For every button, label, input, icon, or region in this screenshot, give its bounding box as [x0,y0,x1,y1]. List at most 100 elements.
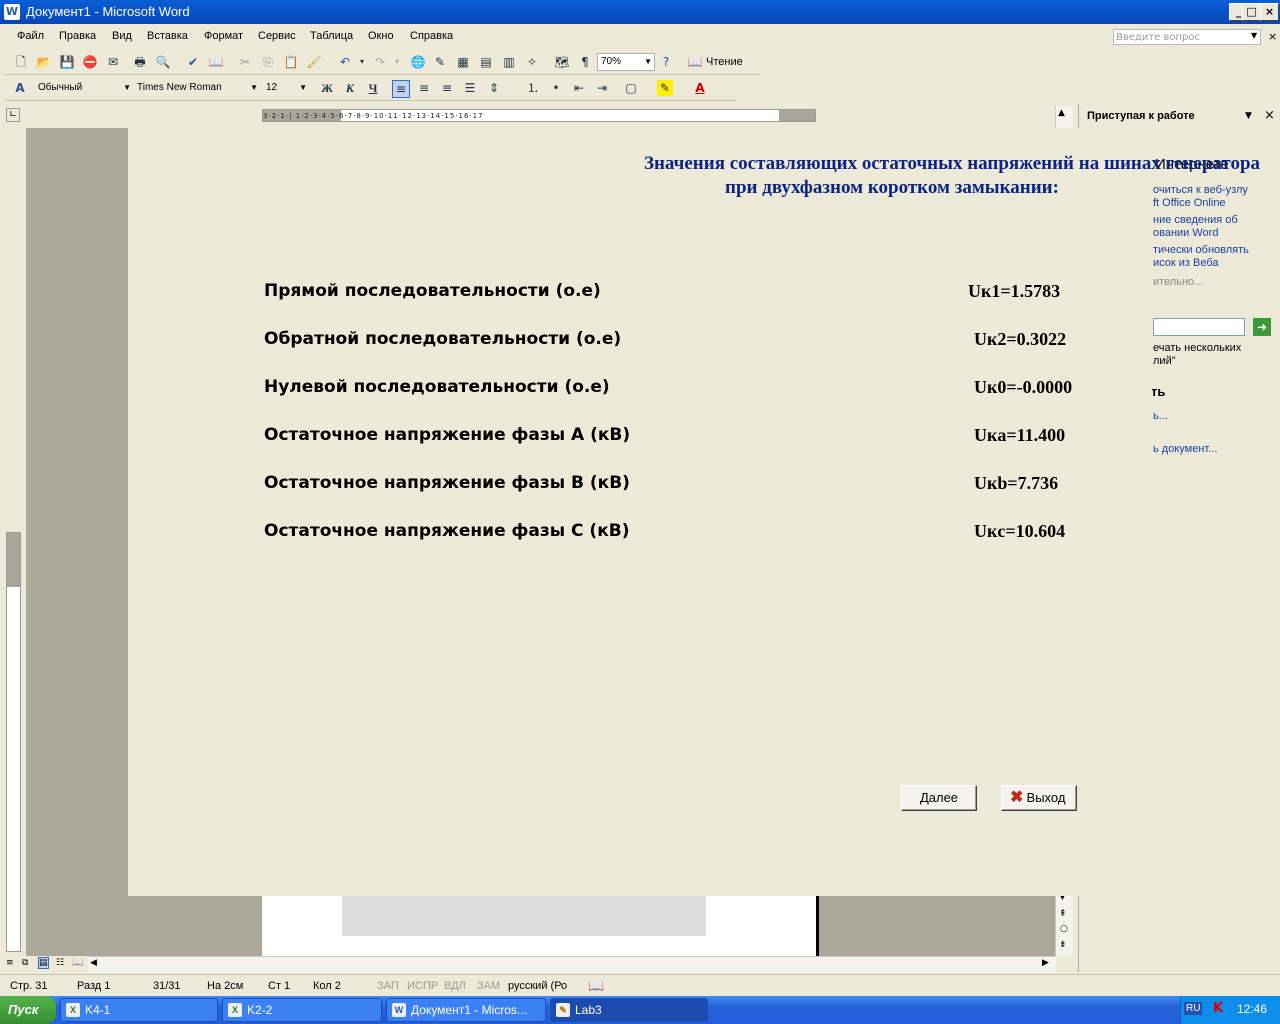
show-formatting-icon[interactable]: ¶ [577,54,593,70]
status-language[interactable]: русский (Ро [508,980,567,992]
format-painter-icon[interactable]: 🖌 [306,54,322,70]
task-pane-link[interactable]: тически обновлять [1153,244,1249,257]
tables-borders-icon[interactable]: ✎ [432,54,448,70]
task-pane-link[interactable]: ительно... [1153,276,1203,289]
task-pane-search-input[interactable] [1153,318,1245,336]
horizontal-scrollbar[interactable]: ◀ ▶ [88,956,1056,973]
permission-icon[interactable]: ⛔ [82,54,98,70]
redo-dropdown-icon[interactable]: ▾ [389,54,405,70]
spelling-status-icon[interactable]: 📖 [588,978,604,994]
hyperlink-icon[interactable]: 🌐 [410,54,426,70]
task-pane-link[interactable]: овании Word [1153,227,1218,240]
line-spacing-icon[interactable]: ⇕ [486,80,502,96]
task-pane-dropdown-icon[interactable]: ▼ [1245,111,1252,121]
close-button[interactable]: × [1260,3,1279,21]
insert-table-icon[interactable]: ▦ [455,54,471,70]
horizontal-ruler[interactable]: 3·2·1·|·1·2·3·4·5·6·7·8·9·10·11·12·13·14… [262,109,816,122]
save-icon[interactable]: 💾 [59,54,75,70]
copy-icon[interactable]: ⎘ [260,54,276,70]
redo-icon[interactable]: ↷ [372,54,388,70]
status-trk[interactable]: ИСПР [407,980,438,992]
web-view-icon[interactable]: ⧉ [22,958,28,968]
undo-dropdown-icon[interactable]: ▾ [354,54,370,70]
align-center-icon[interactable]: ≡ [416,80,432,96]
outline-view-icon[interactable]: ☷ [56,958,64,968]
columns-icon[interactable]: ▥ [501,54,517,70]
document-map-icon[interactable]: 🗺 [554,54,570,70]
style-combo[interactable]: Обычный ▼ [34,79,134,97]
menu-edit[interactable]: Правка [59,30,96,42]
print-preview-icon[interactable]: 🔍 [155,54,171,70]
bullets-icon[interactable]: • [548,80,564,96]
italic-button[interactable]: К [342,80,358,96]
select-browse-object-icon[interactable]: ○ [1060,924,1068,934]
vertical-ruler[interactable] [6,532,21,952]
font-size-combo[interactable]: 12 ▼ [262,79,310,97]
task-pane-link[interactable]: ь... [1153,410,1168,423]
word-app-icon[interactable]: W [4,4,20,20]
font-color-icon[interactable]: A [692,80,708,96]
next-page-icon[interactable]: ⇟ [1059,940,1067,950]
open-folder-icon[interactable]: 📂 [36,54,52,70]
task-pane-link[interactable]: ь документ... [1153,443,1217,456]
spelling-icon[interactable]: ✔ [185,54,201,70]
justify-icon[interactable]: ☰ [462,80,478,96]
taskbar-button[interactable]: X K4-1 [60,998,218,1022]
menu-view[interactable]: Вид [112,30,132,42]
menu-help[interactable]: Справка [410,30,453,42]
undo-icon[interactable]: ↶ [337,54,353,70]
menu-format[interactable]: Формат [204,30,243,42]
start-button[interactable]: Пуск [0,996,56,1024]
search-go-icon[interactable]: ➜ [1253,318,1271,336]
numbering-icon[interactable]: ⒈ [525,80,541,96]
scroll-right-icon[interactable]: ▶ [1042,958,1049,968]
research-icon[interactable]: 📖 [208,54,224,70]
task-pane-link[interactable]: исок из Веба [1153,257,1219,270]
increase-indent-icon[interactable]: ⇥ [594,80,610,96]
menu-file[interactable]: Файл [17,30,44,42]
ask-question-box[interactable]: Введите вопрос [1113,29,1261,45]
paste-icon[interactable]: 📋 [283,54,299,70]
borders-icon[interactable]: ▢ [623,80,639,96]
zoom-combo[interactable]: 70% ▼ [597,53,655,71]
drawing-icon[interactable]: ✧ [524,54,540,70]
reading-icon[interactable]: 📖 [687,54,703,70]
highlight-icon[interactable]: ✎ [657,80,673,96]
bold-button[interactable]: Ж [319,80,335,96]
tab-selector[interactable]: ∟ [6,108,20,122]
reading-button-label[interactable]: Чтение [706,56,743,68]
styles-formatting-icon[interactable]: A [12,80,28,96]
maximize-button[interactable]: □ [1242,3,1261,21]
status-ext[interactable]: ВДЛ [444,980,466,992]
status-rec[interactable]: ЗАП [377,980,399,992]
new-document-icon[interactable]: 🗋 [13,54,29,70]
scroll-up-icon[interactable]: ▲ [1058,108,1065,118]
status-ovr[interactable]: ЗАМ [477,980,500,992]
language-indicator[interactable]: RU [1184,1002,1203,1015]
decrease-indent-icon[interactable]: ⇤ [571,80,587,96]
exit-button[interactable]: ✖ Выход [1001,785,1077,811]
print-icon[interactable]: 🖶 [132,54,148,70]
help-icon[interactable]: ? [658,54,674,70]
menu-insert[interactable]: Вставка [147,30,188,42]
font-combo[interactable]: Times New Roman ▼ [133,79,261,97]
document-page[interactable] [262,896,818,956]
taskbar-button[interactable]: X K2-2 [222,998,382,1022]
taskbar-button[interactable]: ✎ Lab3 [550,998,708,1022]
cut-icon[interactable]: ✂ [237,54,253,70]
menu-table[interactable]: Таблица [310,30,353,42]
taskbar-button[interactable]: W Документ1 - Micros... [386,998,546,1022]
print-layout-icon[interactable]: ▤ [38,957,49,969]
previous-page-icon[interactable]: ⇞ [1059,909,1067,919]
email-icon[interactable]: ✉ [105,54,121,70]
task-pane-link[interactable]: ние сведения об [1153,214,1238,227]
insert-excel-icon[interactable]: ▤ [478,54,494,70]
next-button[interactable]: Далее [901,785,977,811]
close-document-icon[interactable]: × [1268,30,1277,43]
align-right-icon[interactable]: ≡ [439,80,455,96]
clock[interactable]: 12:46 [1237,1002,1267,1016]
normal-view-icon[interactable]: ≡ [6,958,14,968]
task-pane-close-icon[interactable]: × [1264,108,1275,123]
reading-view-icon[interactable]: 📖 [72,958,83,968]
ask-dropdown-icon[interactable]: ▼ [1251,31,1257,40]
